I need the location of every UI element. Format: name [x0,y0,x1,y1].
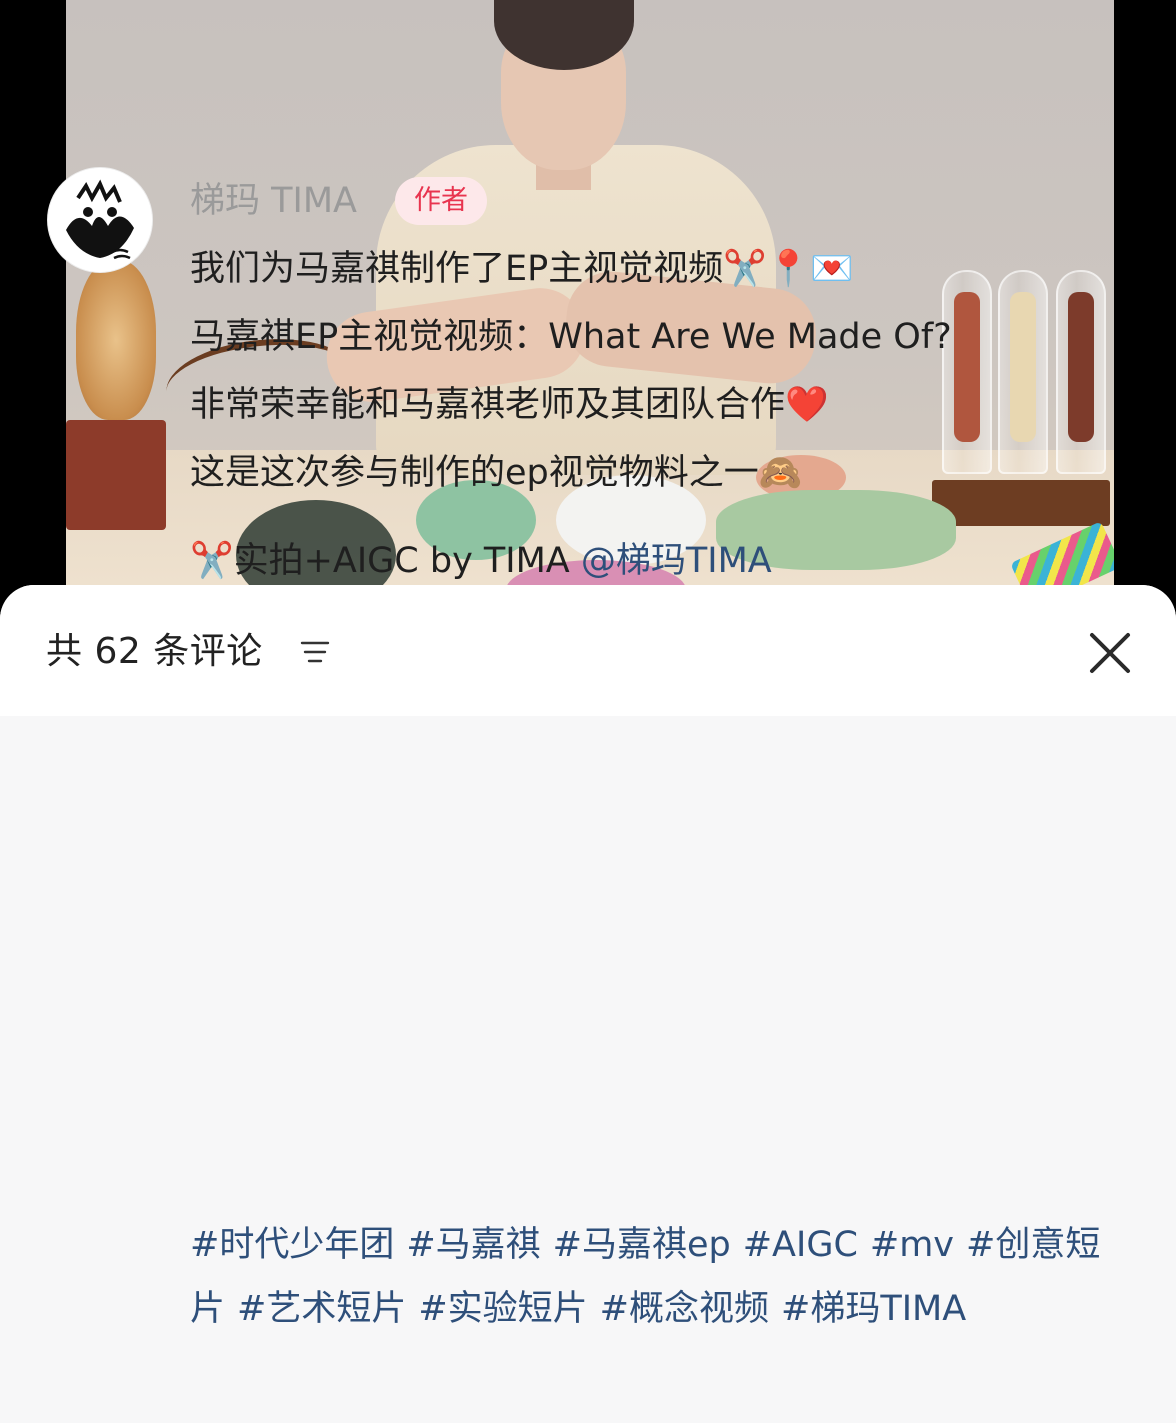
comments-header: 共 62 条评论 [0,585,1176,716]
comment-line: 我们为马嘉祺制作了EP主视觉视频✂️📍💌 [190,249,854,289]
comment-text: 我们为马嘉祺制作了EP主视觉视频✂️📍💌 马嘉祺EP主视觉视频：What Are… [190,235,1140,595]
hashtag-link[interactable]: #马嘉祺ep [553,1225,731,1265]
hashtag-link[interactable]: #概念视频 [600,1289,769,1329]
tima-logo-icon [48,168,152,272]
comment-line: 这是这次参与制作的ep视觉物料之一🙈 [190,453,803,493]
hashtag-list: #时代少年团 #马嘉祺 #马嘉祺ep #AIGC #mv #创意短片 #艺术短片 #实验短片 #… [190,1213,1140,1341]
comment-line: 非常荣幸能和马嘉祺老师及其团队合作❤️ [190,385,829,425]
hashtag-link[interactable]: #马嘉祺 [406,1225,540,1265]
hashtag-link[interactable]: #梯玛TIMA [781,1289,966,1329]
red-box [66,420,166,530]
close-icon[interactable] [1086,629,1134,677]
hashtag-link[interactable]: #AIGC [743,1225,858,1265]
author-badge: 作者 [395,177,487,225]
mention-link[interactable]: @梯玛TIMA [581,541,772,581]
comment-line: 马嘉祺EP主视觉视频：What Are We Made Of? [190,317,952,357]
gourd-lamp [76,260,156,420]
author-name[interactable]: 梯玛 TIMA [190,173,357,229]
comment-count: 共 62 条评论 [46,631,263,672]
hashtag-link[interactable]: #艺术短片 [237,1289,406,1329]
credit-line: ✂️实拍+AIGC by TIMA @梯玛TIMA [190,527,1140,595]
hashtag-link[interactable]: #实验短片 [418,1289,587,1329]
credit-text: ✂️实拍+AIGC by TIMA [190,541,581,581]
avatar[interactable] [47,167,153,273]
hashtag-link[interactable]: #时代少年团 [190,1225,394,1265]
hashtag-link[interactable]: #mv [870,1225,954,1265]
filter-lines-icon[interactable] [300,639,330,667]
